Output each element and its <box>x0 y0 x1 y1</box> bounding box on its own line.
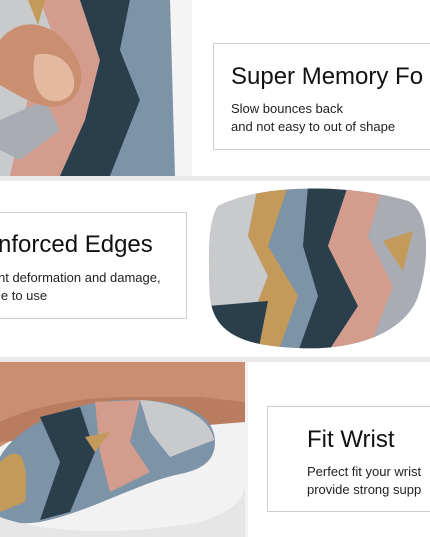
marble-pad-closeup-image <box>0 0 192 176</box>
feature-description-line: Perfect fit your wrist <box>307 464 422 479</box>
wrist-on-pad-image <box>0 362 248 537</box>
feature-description-line: Slow bounces back <box>231 101 344 116</box>
feature-title: Fit Wrist <box>307 426 395 453</box>
feature-panel-fit-wrist: Fit Wrist Perfect fit your wrist provide… <box>0 362 430 537</box>
feature-panel-memory-foam: Super Memory Fo Slow bounces back and no… <box>0 0 430 176</box>
wrist-rest-pad-image <box>208 188 427 349</box>
feature-card-reinforced-edges: nforced Edges nt deformation and damage,… <box>0 212 187 319</box>
feature-card-fit-wrist: Fit Wrist Perfect fit your wrist provide… <box>267 406 430 512</box>
feature-title: Super Memory Fo <box>231 63 424 90</box>
feature-description-line: provide strong supp <box>307 482 422 497</box>
feature-panel-reinforced-edges: nforced Edges nt deformation and damage,… <box>0 181 430 357</box>
feature-title: nforced Edges <box>0 231 153 258</box>
feature-description-line: nt deformation and damage, <box>0 270 161 285</box>
feature-description-line: le to use <box>0 288 48 303</box>
feature-description-line: and not easy to out of shape <box>231 119 396 134</box>
feature-card-memory-foam: Super Memory Fo Slow bounces back and no… <box>213 43 430 150</box>
